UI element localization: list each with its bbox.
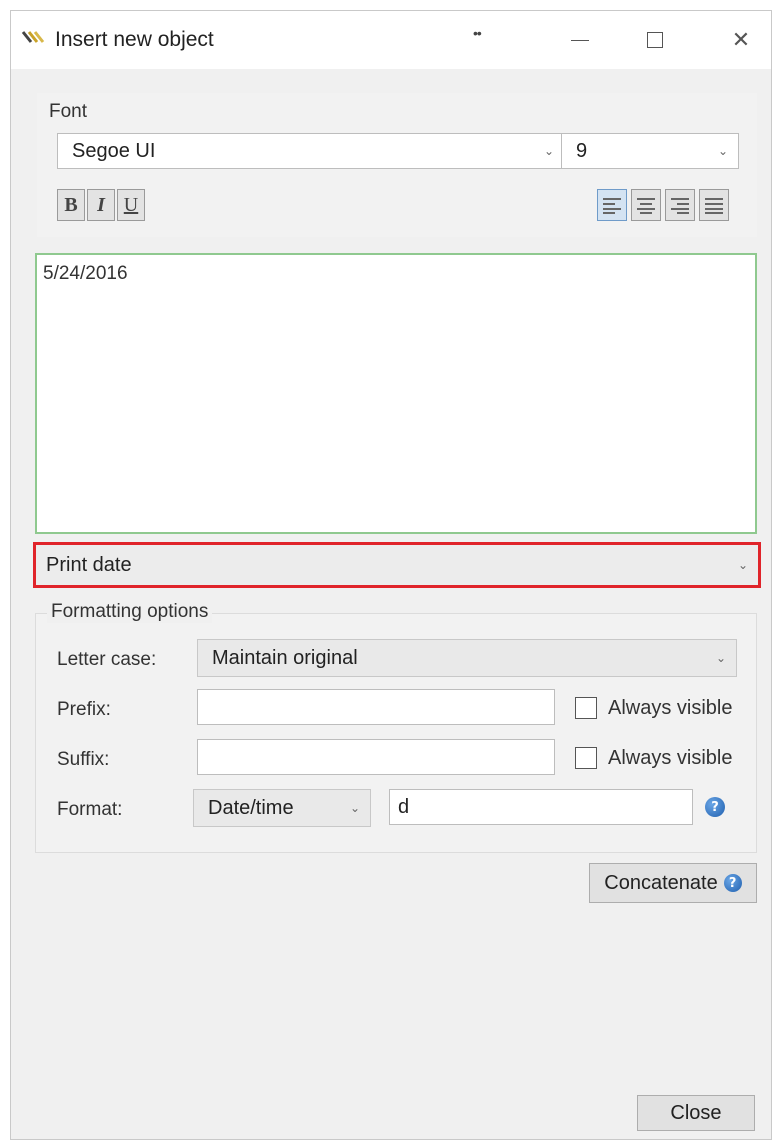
- align-left-icon: [603, 196, 621, 214]
- concatenate-label: Concatenate: [604, 871, 718, 894]
- window-title: Insert new object: [55, 28, 214, 51]
- letter-case-select[interactable]: Maintain original ⌄: [197, 639, 737, 677]
- format-string-input[interactable]: d: [389, 789, 693, 825]
- underline-icon: U: [123, 193, 139, 216]
- letter-case-label: Letter case:: [57, 649, 157, 670]
- align-right-icon: [671, 196, 689, 214]
- concatenate-help-icon: ?: [723, 874, 742, 892]
- field-type-select[interactable]: Print date ⌄: [33, 542, 761, 588]
- close-button[interactable]: Close: [637, 1095, 755, 1131]
- align-justify-button[interactable]: [699, 189, 729, 221]
- letter-case-value: Maintain original: [212, 646, 358, 669]
- suffix-always-visible-checkbox[interactable]: [575, 747, 597, 769]
- chevron-down-icon: ⌄: [715, 651, 726, 665]
- align-right-button[interactable]: [665, 189, 695, 221]
- formatting-options-legend: Formatting options: [47, 601, 213, 623]
- close-label: Close: [670, 1101, 722, 1124]
- maximize-button[interactable]: [625, 11, 685, 69]
- suffix-always-visible-label[interactable]: Always visible: [608, 747, 732, 770]
- minimize-icon: [571, 39, 589, 41]
- font-family-select[interactable]: Segoe UI ⌄: [57, 133, 565, 169]
- minimize-button[interactable]: [550, 11, 610, 69]
- format-type-select[interactable]: Date/time ⌄: [193, 789, 371, 827]
- drag-grip-icon[interactable]: ••: [473, 25, 482, 41]
- close-icon: ✕: [731, 27, 751, 52]
- align-center-icon: [637, 196, 655, 214]
- chevron-down-icon: ⌄: [543, 144, 554, 158]
- format-string-value: d: [398, 795, 410, 818]
- italic-button[interactable]: I: [87, 189, 115, 221]
- app-logo-icon: [21, 31, 45, 43]
- field-type-value: Print date: [46, 553, 132, 576]
- italic-icon: I: [97, 193, 105, 216]
- suffix-label: Suffix:: [57, 749, 110, 770]
- font-label: Font: [49, 101, 88, 122]
- prefix-always-visible-label[interactable]: Always visible: [608, 697, 732, 720]
- close-window-button[interactable]: ✕: [711, 11, 771, 69]
- bold-button[interactable]: B: [57, 189, 85, 221]
- concatenate-button[interactable]: Concatenate ?: [589, 863, 757, 903]
- suffix-input[interactable]: [197, 739, 555, 775]
- chevron-down-icon: ⌄: [737, 558, 748, 572]
- preview-text: 5/24/2016: [43, 263, 128, 284]
- title-bar[interactable]: Insert new object •• ✕: [11, 11, 771, 69]
- align-center-button[interactable]: [631, 189, 661, 221]
- maximize-icon: [647, 32, 663, 48]
- format-label: Format:: [57, 799, 123, 820]
- font-family-value: Segoe UI: [72, 139, 156, 162]
- align-justify-icon: [705, 196, 723, 214]
- insert-object-dialog: Insert new object •• ✕ Font Segoe UI ⌄ 9…: [10, 10, 772, 1140]
- align-left-button[interactable]: [597, 189, 627, 221]
- font-size-select[interactable]: 9 ⌄: [561, 133, 739, 169]
- prefix-input[interactable]: [197, 689, 555, 725]
- underline-button[interactable]: U: [117, 189, 145, 221]
- format-type-value: Date/time: [208, 796, 294, 819]
- format-help-icon[interactable]: ?: [705, 797, 725, 817]
- prefix-label: Prefix:: [57, 699, 111, 720]
- chevron-down-icon: ⌄: [717, 144, 728, 158]
- chevron-down-icon: ⌄: [349, 801, 360, 815]
- font-panel: Font Segoe UI ⌄ 9 ⌄ B I U: [37, 93, 757, 237]
- bold-icon: B: [64, 193, 78, 216]
- font-size-value: 9: [576, 139, 588, 162]
- prefix-always-visible-checkbox[interactable]: [575, 697, 597, 719]
- preview-text-area[interactable]: 5/24/2016: [35, 253, 757, 534]
